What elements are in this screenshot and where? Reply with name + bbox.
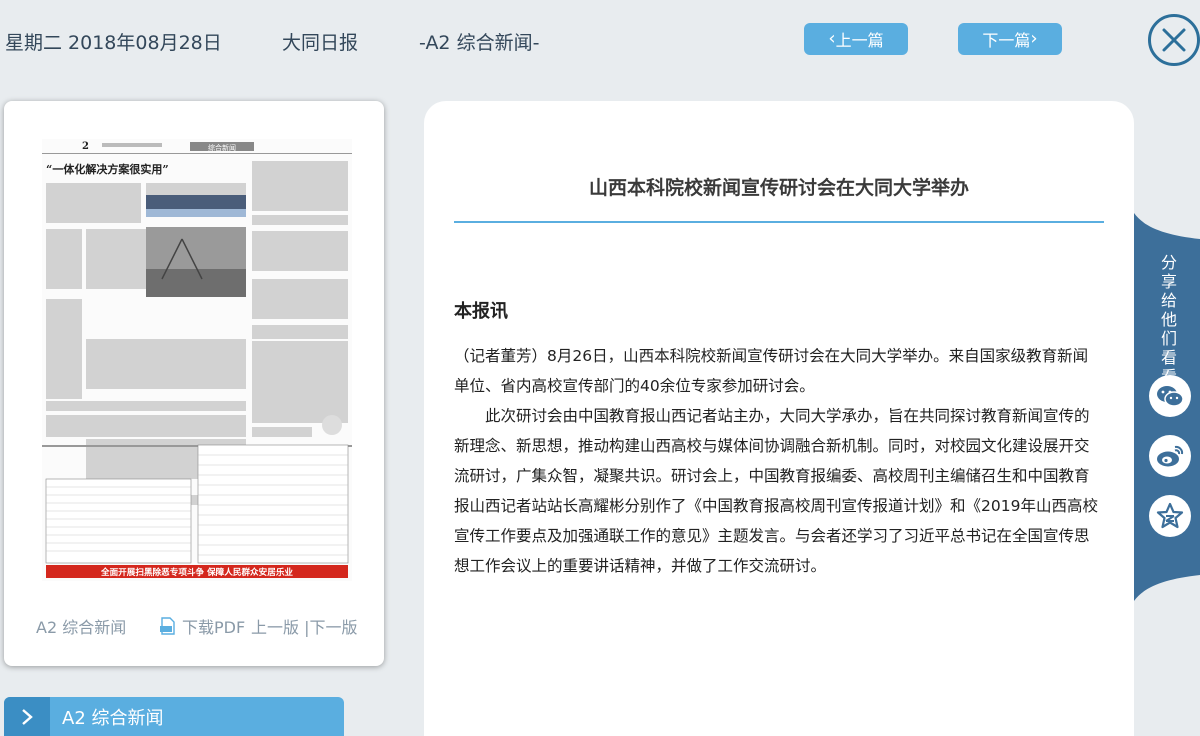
weibo-share-button[interactable]	[1149, 435, 1191, 477]
section-name: -A2 综合新闻-	[419, 32, 540, 54]
newspaper-page-thumbnail[interactable]: 2 综合新闻 “一体化解决方案很实用” 全面开展扫黑除恶专项斗争 保障人民群众安…	[42, 139, 352, 581]
preview-slogan: 全面开展扫黑除恶专项斗争 保障人民群众安居乐业	[100, 566, 293, 578]
weibo-icon	[1157, 445, 1184, 467]
wechat-share-button[interactable]	[1149, 375, 1191, 417]
pdf-icon	[160, 617, 175, 635]
article-lead: 本报讯	[454, 301, 508, 322]
next-article-button[interactable]: 下一篇 ›	[958, 23, 1062, 55]
thumbnail-section-label: A2 综合新闻	[36, 618, 127, 637]
prev-article-button[interactable]: ‹ 上一篇	[804, 23, 908, 55]
section-list-item[interactable]: A2 综合新闻	[4, 697, 344, 736]
issue-date: 星期二 2018年08月28日	[5, 32, 222, 54]
top-bar: 星期二 2018年08月28日 大同日报 -A2 综合新闻- ‹ 上一篇 下一篇…	[0, 0, 1200, 80]
page-thumbnail-card: 2 综合新闻 “一体化解决方案很实用” 全面开展扫黑除恶专项斗争 保障人民群众安…	[4, 101, 384, 666]
chevron-right-icon: ›	[1030, 28, 1038, 49]
download-pdf-link[interactable]: 下载PDF	[160, 614, 245, 638]
newspaper-name: 大同日报	[282, 32, 359, 54]
title-divider	[454, 221, 1104, 223]
close-button[interactable]	[1148, 14, 1200, 66]
article-paragraph: 此次研讨会由中国教育报山西记者站主办，大同大学承办，旨在共同探讨教育新闻宣传的新…	[454, 407, 1098, 575]
page-nav-links[interactable]: 上一版 |下一版	[251, 614, 357, 638]
article-body: （记者董芳）8月26日，山西本科院校新闻宣传研讨会在大同大学举办。来自国家级教育…	[454, 341, 1102, 581]
next-article-label: 下一篇	[982, 31, 1031, 50]
article-title: 山西本科院校新闻宣传研讨会在大同大学举办	[588, 177, 969, 199]
qzone-icon	[1156, 502, 1184, 529]
chevron-left-icon: ‹	[828, 28, 836, 49]
share-sidebar: 分享给他们看看	[1134, 213, 1200, 601]
preview-banner: 综合新闻	[208, 143, 236, 152]
close-icon	[1162, 28, 1186, 52]
preview-page-no: 2	[82, 141, 89, 152]
wechat-icon	[1157, 386, 1184, 407]
preview-headline: “一体化解决方案很实用”	[46, 162, 169, 176]
section-list-label: A2 综合新闻	[62, 707, 164, 729]
chevron-right-icon	[4, 697, 50, 736]
thumbnail-footer: A2 综合新闻 下载PDF 上一版 |下一版	[4, 614, 384, 638]
article-paragraph: （记者董芳）8月26日，山西本科院校新闻宣传研讨会在大同大学举办。来自国家级教育…	[454, 347, 1089, 395]
download-pdf-label: 下载PDF	[182, 618, 246, 637]
share-label: 分享给他们看看	[1160, 253, 1177, 386]
newspaper-page-image: 2 综合新闻 “一体化解决方案很实用” 全面开展扫黑除恶专项斗争 保障人民群众安…	[42, 139, 352, 581]
prev-article-label: 上一篇	[835, 31, 884, 50]
article-panel: 山西本科院校新闻宣传研讨会在大同大学举办 本报讯 （记者董芳）8月26日，山西本…	[424, 101, 1134, 736]
qzone-share-button[interactable]	[1149, 495, 1191, 537]
